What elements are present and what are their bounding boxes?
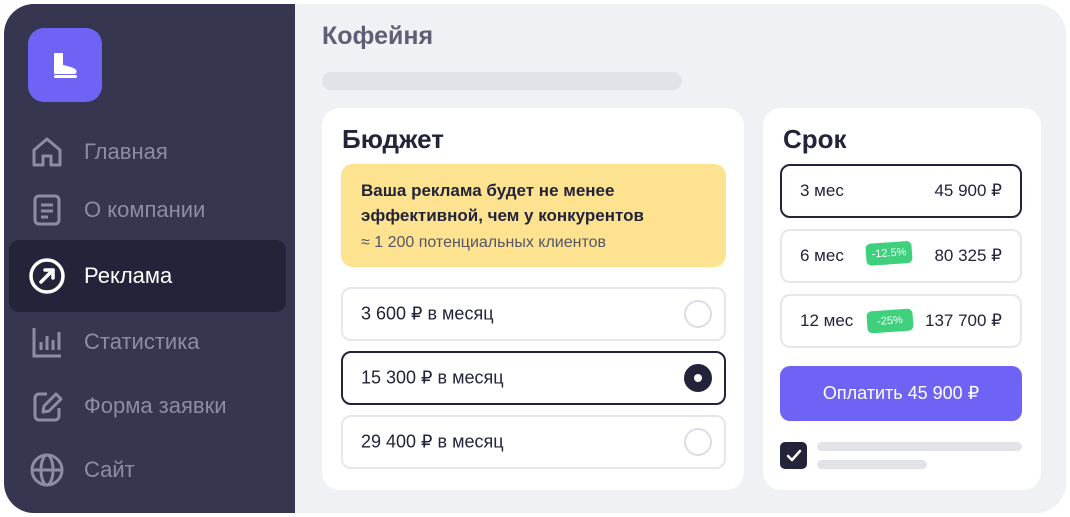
sidebar-item-site[interactable]: Сайт [9, 434, 286, 506]
budget-title: Бюджет [342, 124, 444, 154]
app-window: Главная О компании Реклама Статистика Фо… [4, 4, 1066, 513]
budget-option[interactable]: 29 400 ₽ в месяц [341, 415, 726, 469]
radio-button-checked[interactable] [684, 364, 712, 392]
boot-icon [54, 53, 77, 78]
placeholder-bar [817, 442, 1022, 451]
sidebar-item-statistics[interactable]: Статистика [9, 306, 286, 378]
sidebar: Главная О компании Реклама Статистика Фо… [4, 4, 295, 513]
placeholder-bar [817, 460, 927, 469]
term-option[interactable]: 6 мес -12.5% 80 325 ₽ [780, 229, 1022, 283]
term-option-label: 3 мес [800, 181, 844, 200]
main-content: Кофейня Бюджет Ваша реклама будет не мен… [295, 4, 1066, 513]
term-option-label: 12 мес [800, 311, 854, 330]
globe-icon [30, 453, 64, 487]
sidebar-item-label: Форма заявки [84, 393, 227, 418]
budget-option-label: 29 400 ₽ в месяц [361, 431, 504, 452]
discount-badge: -25% [866, 308, 914, 334]
promo-text: Ваша реклама будет не менее эффективной,… [361, 181, 644, 225]
promo-subtext: ≈ 1 200 потенциальных клиентов [361, 234, 606, 251]
radio-button[interactable] [684, 428, 712, 456]
radio-button[interactable] [684, 300, 712, 328]
discount-badge: -12.5% [865, 240, 913, 266]
term-option[interactable]: 12 мес -25% 137 700 ₽ [780, 294, 1022, 348]
term-title: Срок [783, 124, 847, 154]
arrow-circle-icon [29, 258, 65, 294]
logo[interactable] [28, 28, 102, 102]
term-option-price: 45 900 ₽ [934, 181, 1002, 200]
placeholder-bar [322, 72, 682, 90]
budget-option[interactable]: 3 600 ₽ в месяц [341, 287, 726, 341]
promo-banner: Ваша реклама будет не менее эффективной,… [341, 164, 726, 267]
checkmark-icon [786, 449, 801, 461]
term-option-label: 6 мес [800, 246, 844, 265]
document-icon [33, 194, 61, 226]
term-option[interactable]: 3 мес 45 900 ₽ [780, 164, 1022, 218]
sidebar-item-about[interactable]: О компании [9, 174, 286, 246]
sidebar-item-label: Сайт [84, 457, 135, 482]
sidebar-item-label: О компании [84, 197, 206, 222]
page-title: Кофейня [322, 22, 434, 50]
home-icon [32, 137, 62, 167]
sidebar-item-form[interactable]: Форма заявки [9, 370, 286, 442]
budget-card: Бюджет Ваша реклама будет не менее эффек… [322, 108, 744, 490]
pay-button[interactable]: Оплатить 45 900 ₽ [780, 366, 1022, 421]
sidebar-item-label: Реклама [84, 263, 173, 288]
term-option-price: 137 700 ₽ [925, 311, 1002, 330]
budget-option-label: 3 600 ₽ в месяц [361, 303, 494, 324]
budget-option[interactable]: 15 300 ₽ в месяц [341, 351, 726, 405]
bar-chart-icon [32, 328, 61, 358]
sidebar-item-label: Статистика [84, 329, 200, 354]
sidebar-item-ads[interactable]: Реклама [9, 240, 286, 312]
budget-option-label: 15 300 ₽ в месяц [361, 367, 504, 388]
agree-checkbox[interactable] [780, 442, 807, 469]
term-card: Срок 3 мес 45 900 ₽ 6 мес -12.5% 80 325 … [763, 108, 1041, 490]
sidebar-item-label: Главная [84, 139, 168, 164]
term-option-price: 80 325 ₽ [934, 246, 1002, 265]
edit-icon [33, 392, 63, 422]
